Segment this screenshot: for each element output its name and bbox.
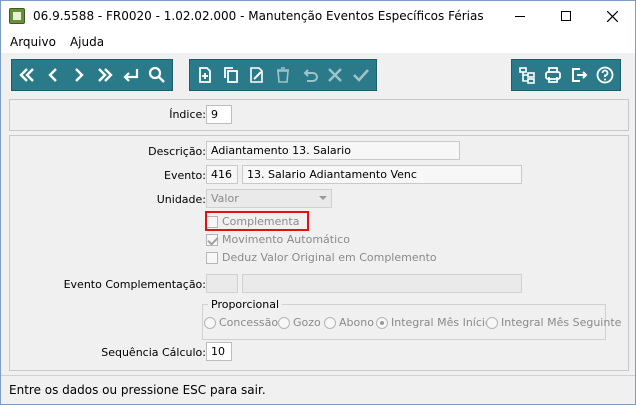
radio-integral-inicio-label: Integral Mês Início	[391, 316, 492, 329]
main-panel: Descrição: Adiantamento 13. Salario Even…	[9, 135, 629, 371]
first-icon	[19, 68, 34, 82]
menu-arquivo[interactable]: Arquivo	[10, 35, 56, 49]
radio-circle	[204, 316, 216, 329]
menu-ajuda[interactable]: Ajuda	[70, 35, 104, 49]
sequencia-calculo-label: Sequência Cálculo:	[101, 346, 206, 359]
last-icon	[98, 68, 113, 82]
radio-gozo-label: Gozo	[293, 316, 321, 329]
close-button[interactable]	[589, 1, 635, 31]
edit-icon	[250, 67, 263, 83]
undo-button[interactable]	[298, 63, 320, 87]
radio-integral-mes-inicio[interactable]: Integral Mês Início	[376, 316, 492, 329]
unidade-value: Valor	[211, 192, 239, 205]
movimento-label: Movimento Automático	[222, 233, 350, 246]
next-record-button[interactable]	[68, 63, 90, 87]
index-field[interactable]: 9	[206, 105, 232, 124]
delete-icon	[277, 67, 289, 83]
first-record-button[interactable]	[16, 63, 38, 87]
highlight-box	[205, 211, 309, 231]
minimize-icon	[515, 15, 525, 17]
search-icon	[148, 66, 165, 83]
cancel-button[interactable]	[324, 63, 346, 87]
checkbox-box	[206, 233, 218, 246]
app-icon	[9, 8, 25, 24]
prev-icon	[48, 68, 57, 82]
evento-complementacao-description-field	[242, 274, 522, 293]
radio-gozo[interactable]: Gozo	[278, 316, 321, 329]
radio-circle	[486, 316, 498, 329]
tree-icon	[519, 67, 535, 84]
copy-record-button[interactable]	[220, 63, 242, 87]
tree-view-button[interactable]	[516, 63, 538, 87]
copy-icon	[224, 67, 238, 83]
cancel-icon	[328, 68, 342, 82]
menu-bar: Arquivo Ajuda	[1, 31, 635, 53]
status-bar: Entre os dados ou pressione ESC para sai…	[1, 375, 635, 404]
proporcional-title: Proporcional	[208, 298, 283, 311]
unidade-select[interactable]: Valor	[206, 189, 332, 208]
next-icon	[75, 68, 84, 82]
radio-concessao-label: Concessão	[219, 316, 279, 329]
search-button[interactable]	[146, 63, 168, 87]
return-icon	[123, 69, 139, 82]
undo-icon	[303, 69, 318, 82]
confirm-button[interactable]	[350, 63, 372, 87]
exit-button[interactable]	[568, 63, 590, 87]
maximize-icon	[561, 11, 571, 21]
checkbox-box	[206, 251, 218, 264]
sequencia-calculo-field[interactable]: 10	[206, 342, 232, 361]
navigation-toolbar-group	[11, 59, 173, 91]
toolbar	[1, 55, 635, 95]
confirm-icon	[353, 69, 369, 82]
delete-record-button[interactable]	[272, 63, 294, 87]
deduz-label: Deduz Valor Original em Complemento	[222, 251, 437, 264]
index-panel: Índice: 9	[9, 99, 629, 131]
radio-circle-selected	[376, 316, 388, 329]
return-button[interactable]	[120, 63, 142, 87]
radio-abono-label: Abono	[339, 316, 374, 329]
descricao-field[interactable]: Adiantamento 13. Salario	[206, 141, 460, 160]
evento-description-field: 13. Salario Adiantamento Venc	[242, 165, 522, 184]
index-label: Índice:	[169, 108, 206, 121]
unidade-label: Unidade:	[156, 193, 206, 206]
edit-record-button[interactable]	[246, 63, 268, 87]
exit-icon	[572, 68, 588, 82]
radio-integral-seguinte-label: Integral Mês Seguinte	[501, 316, 622, 329]
radio-concessao[interactable]: Concessão	[204, 316, 278, 329]
new-icon	[199, 67, 211, 83]
title-bar: 06.9.5588 - FR0020 - 1.02.02.000 - Manut…	[1, 1, 635, 31]
radio-circle	[324, 316, 336, 329]
previous-record-button[interactable]	[42, 63, 64, 87]
close-icon	[606, 10, 618, 22]
help-button[interactable]	[594, 63, 616, 87]
descricao-label: Descrição:	[148, 145, 206, 158]
last-record-button[interactable]	[94, 63, 116, 87]
print-button[interactable]	[542, 63, 564, 87]
minimize-button[interactable]	[497, 1, 543, 31]
radio-abono[interactable]: Abono	[324, 316, 374, 329]
maximize-button[interactable]	[543, 1, 589, 31]
evento-complementacao-code-field[interactable]	[206, 274, 238, 293]
evento-code-field[interactable]: 416	[206, 165, 238, 184]
utility-toolbar-group	[511, 59, 621, 91]
radio-circle	[278, 316, 290, 329]
movimento-automatico-checkbox[interactable]: Movimento Automático	[206, 233, 350, 246]
window-title: 06.9.5588 - FR0020 - 1.02.02.000 - Manut…	[33, 9, 484, 23]
edit-toolbar-group	[189, 59, 377, 91]
chevron-down-icon	[319, 196, 327, 200]
evento-complementacao-label: Evento Complementação:	[63, 278, 206, 291]
radio-integral-mes-seguinte[interactable]: Integral Mês Seguinte	[486, 316, 621, 329]
print-icon	[545, 67, 561, 83]
deduz-valor-checkbox[interactable]: Deduz Valor Original em Complemento	[206, 251, 437, 264]
new-record-button[interactable]	[194, 63, 216, 87]
application-window: 06.9.5588 - FR0020 - 1.02.02.000 - Manut…	[0, 0, 636, 405]
evento-label: Evento:	[164, 169, 206, 182]
help-icon	[596, 66, 614, 84]
